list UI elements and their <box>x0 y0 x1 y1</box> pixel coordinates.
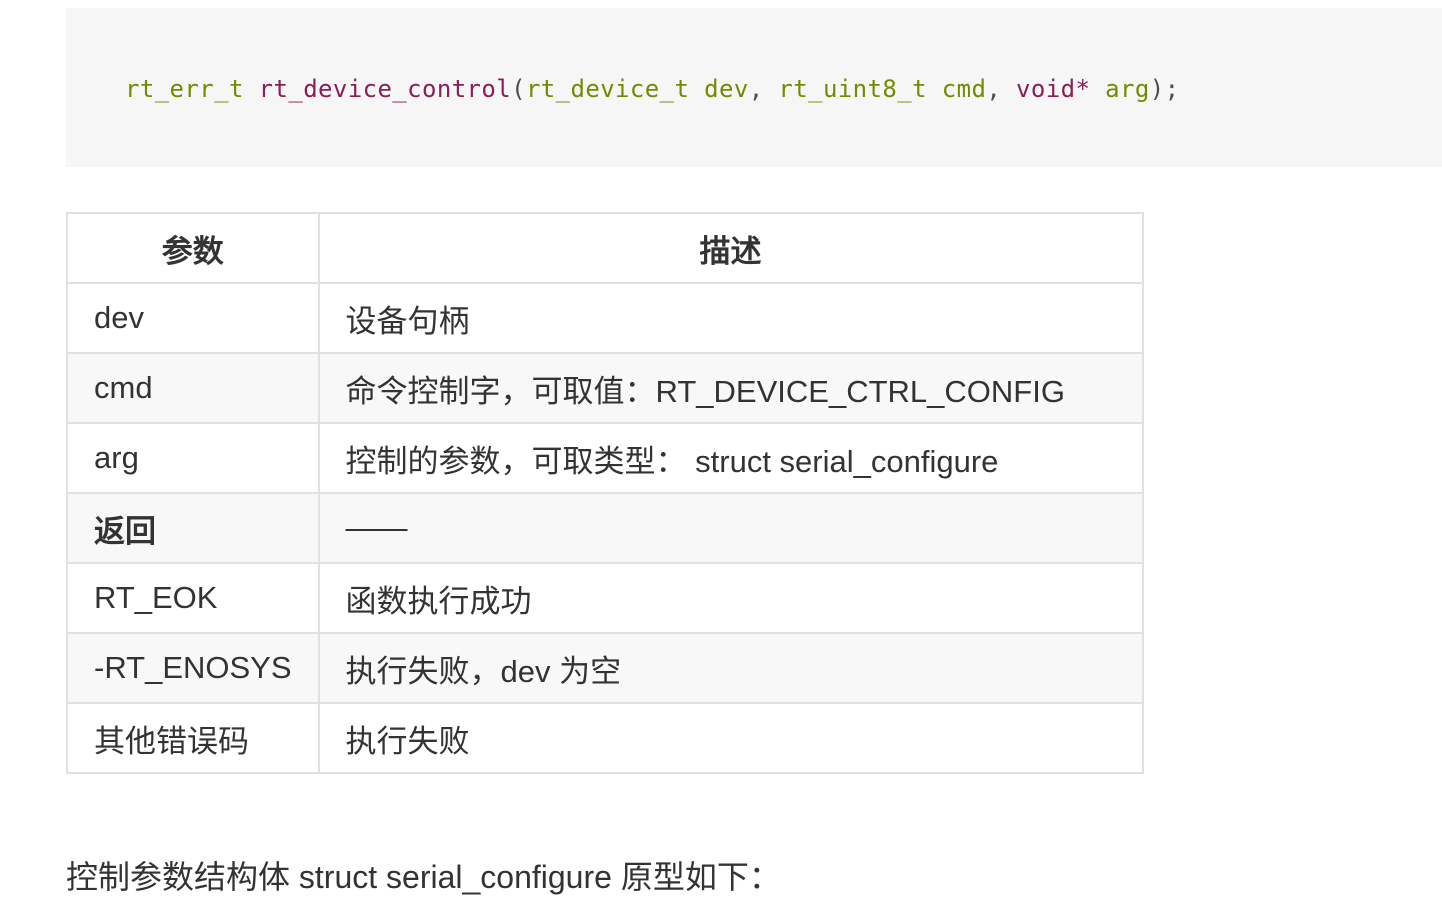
param-cell: RT_EOK <box>66 562 320 634</box>
desc-cell: 控制的参数，可取类型： struct serial_configure <box>317 422 1144 494</box>
code-token: rt_device_control <box>258 75 512 103</box>
desc-cell: 函数执行成功 <box>317 562 1144 634</box>
code-token: ); <box>1149 75 1180 103</box>
desc-cell: 命令控制字，可取值：RT_DEVICE_CTRL_CONFIG <box>317 352 1144 424</box>
table-row: cmd 命令控制字，可取值：RT_DEVICE_CTRL_CONFIG <box>66 352 1144 424</box>
param-cell: -RT_ENOSYS <box>66 632 320 704</box>
param-cell: arg <box>66 422 320 494</box>
table-body: dev 设备句柄 cmd 命令控制字，可取值：RT_DEVICE_CTRL_CONFI… <box>66 282 1144 774</box>
desc-cell: 执行失败 <box>317 702 1144 774</box>
table-row: 返回 —— <box>66 492 1144 564</box>
code-token: rt_err_t <box>125 75 244 103</box>
table-header-row: 参数 描述 <box>66 212 1144 284</box>
parameter-table: 参数 描述 dev 设备句柄 cmd 命令控制字，可取值：RT_DEVICE_CTRL… <box>66 212 1144 774</box>
header-desc: 描述 <box>317 212 1144 284</box>
table-row: arg 控制的参数，可取类型： struct serial_configure <box>66 422 1144 494</box>
desc-cell: 执行失败，dev 为空 <box>317 632 1144 704</box>
header-param: 参数 <box>66 212 320 284</box>
table-row: RT_EOK 函数执行成功 <box>66 562 1144 634</box>
code-token: rt_device_t <box>525 75 690 103</box>
code-token: , <box>748 75 779 103</box>
code-token: cmd <box>941 75 987 103</box>
param-cell: 其他错误码 <box>66 702 320 774</box>
body-paragraph: 控制参数结构体 struct serial_configure 原型如下： <box>66 859 781 895</box>
table-row: -RT_ENOSYS 执行失败，dev 为空 <box>66 632 1144 704</box>
code-token: , <box>986 75 1017 103</box>
table-row: 其他错误码 执行失败 <box>66 702 1144 774</box>
code-token: void* <box>1016 75 1091 103</box>
desc-cell: —— <box>317 492 1144 564</box>
code-block: rt_err_t rt_device_control(rt_device_t d… <box>66 8 1442 167</box>
table-row: dev 设备句柄 <box>66 282 1144 354</box>
code-token: ( <box>511 75 526 103</box>
param-cell: cmd <box>66 352 320 424</box>
param-cell: dev <box>66 282 320 354</box>
code-token: rt_uint8_t <box>778 75 927 103</box>
code-signature: rt_err_t rt_device_control(rt_device_t d… <box>125 74 1179 104</box>
code-token: dev <box>704 75 749 103</box>
param-cell: 返回 <box>66 492 320 564</box>
desc-cell: 设备句柄 <box>317 282 1144 354</box>
code-token: arg <box>1105 75 1150 103</box>
